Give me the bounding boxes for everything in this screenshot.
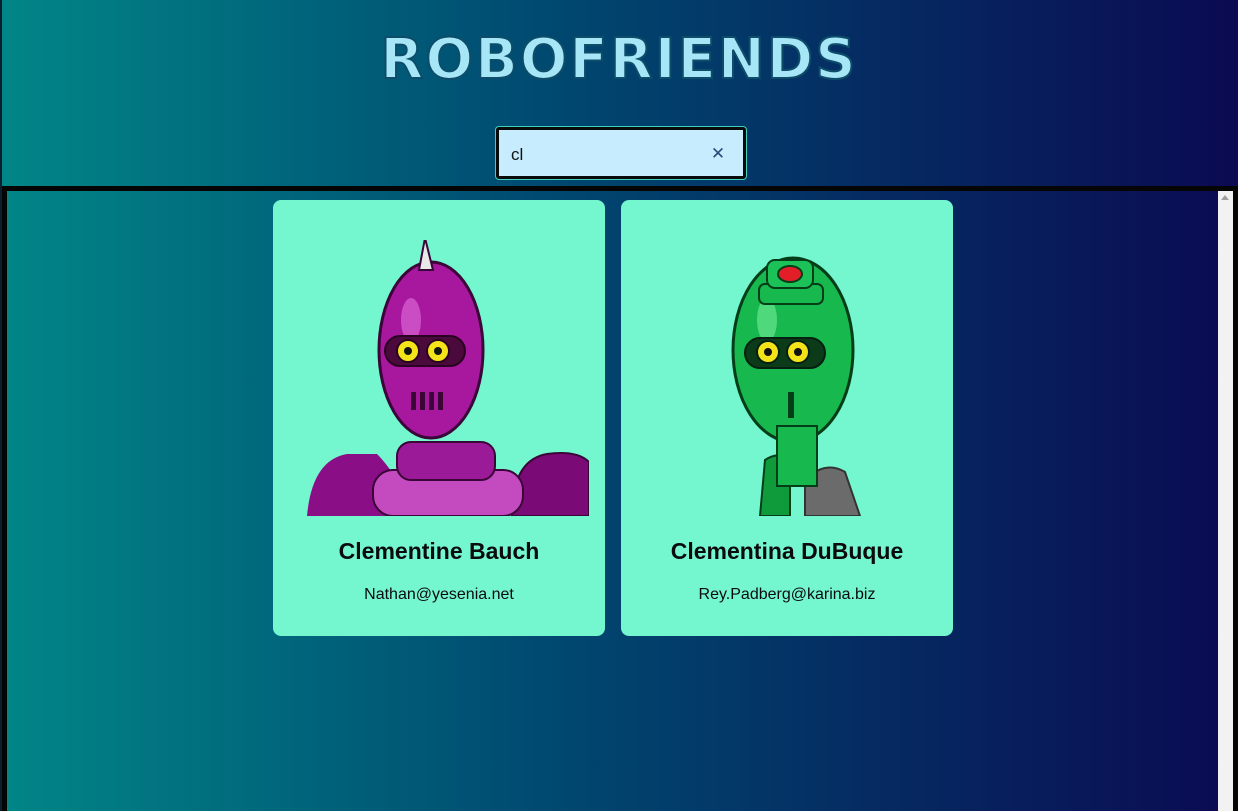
card-list[interactable]: Clementine Bauch Nathan@yesenia.net Clem… (2, 186, 1238, 811)
robot-name: Clementine Bauch (338, 538, 540, 564)
robot-email: Nathan@yesenia.net (364, 586, 514, 603)
robot-avatar (655, 240, 937, 516)
robot-email: Rey.Padberg@karina.biz (698, 586, 876, 603)
scrollbar[interactable] (1218, 191, 1233, 811)
robot-card[interactable]: Clementina DuBuque Rey.Padberg@karina.bi… (621, 200, 953, 636)
scroll-up-arrow-icon[interactable] (1221, 195, 1229, 200)
robot-avatar (307, 240, 589, 516)
app-title: ROBOFRIENDS (379, 27, 858, 92)
search-input[interactable] (511, 142, 701, 168)
header: ROBOFRIENDS (0, 27, 1238, 92)
close-icon[interactable]: ✕ (707, 143, 729, 165)
search-box[interactable]: ✕ (496, 127, 746, 179)
robot-card[interactable]: Clementine Bauch Nathan@yesenia.net (273, 200, 605, 636)
robot-name: Clementina DuBuque (670, 538, 904, 564)
